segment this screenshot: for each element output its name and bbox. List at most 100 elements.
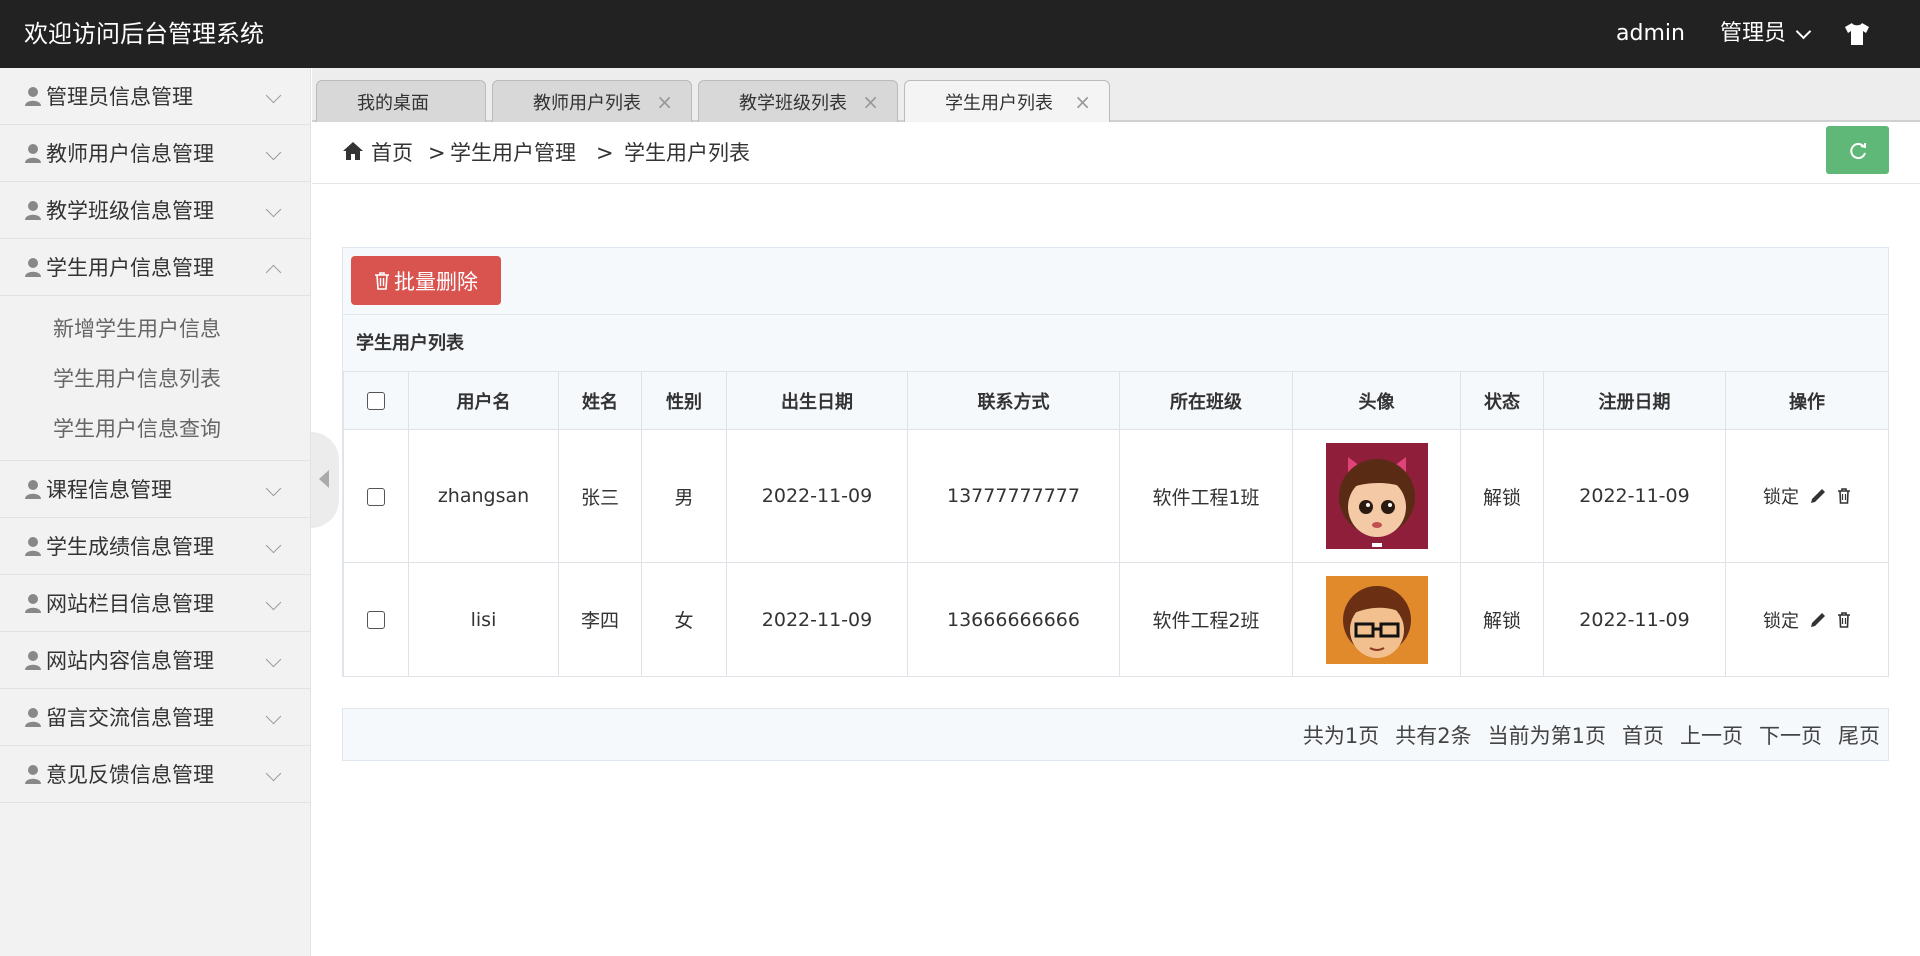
cell-name: 李四 (558, 562, 642, 677)
role-dropdown[interactable]: 管理员 (1720, 0, 1812, 68)
sidebar-collapse-handle[interactable] (311, 432, 339, 528)
role-label: 管理员 (1720, 21, 1787, 46)
sidebar-item-admin[interactable]: 管理员信息管理 (0, 68, 310, 125)
batch-delete-button[interactable]: 批量删除 (351, 256, 501, 305)
chevron-down-icon (265, 594, 282, 611)
sidebar-item-label: 课程信息管理 (46, 478, 172, 502)
sidebar-item-label: 意见反馈信息管理 (46, 763, 214, 787)
tab-class-list[interactable]: 教学班级列表 × (698, 80, 898, 122)
select-all-checkbox[interactable] (367, 392, 385, 410)
person-icon (25, 594, 41, 613)
table-row: lisi 李四 女 2022-11-09 13666666666 软件工程2班 (343, 562, 1889, 677)
person-icon (25, 258, 41, 277)
cell-actions: 锁定 (1725, 562, 1889, 677)
chevron-down-icon (1795, 23, 1812, 39)
cell-actions: 锁定 (1725, 429, 1889, 563)
submenu-student-query[interactable]: 学生用户信息查询 (0, 404, 310, 454)
cell-registered: 2022-11-09 (1543, 562, 1726, 677)
sidebar-item-student[interactable]: 学生用户信息管理 (0, 239, 310, 296)
tab-label: 我的桌面 (357, 92, 429, 114)
student-list-panel: 批量删除 学生用户列表 用户名 姓名 性别 出生日期 联系方式 所在班级 头像 … (342, 247, 1889, 677)
select-all-cell (343, 371, 409, 430)
sidebar-item-site-column[interactable]: 网站栏目信息管理 (0, 575, 310, 632)
pencil-icon[interactable] (1809, 611, 1827, 629)
breadcrumb-home[interactable]: 首页 (371, 122, 413, 184)
sidebar-item-teacher[interactable]: 教师用户信息管理 (0, 125, 310, 182)
sidebar-item-label: 学生成绩信息管理 (46, 535, 214, 559)
sidebar-item-feedback[interactable]: 意见反馈信息管理 (0, 746, 310, 803)
table-row: zhangsan 张三 男 2022-11-09 13777777777 软件工… (343, 429, 1889, 563)
top-header: 欢迎访问后台管理系统 admin 管理员 (0, 0, 1920, 68)
tab-desktop[interactable]: 我的桌面 (316, 80, 486, 122)
student-submenu: 新增学生用户信息 学生用户信息列表 学生用户信息查询 (0, 296, 310, 461)
column-header: 性别 (641, 371, 727, 430)
close-icon[interactable]: × (862, 90, 879, 114)
person-icon (25, 480, 41, 499)
chevron-down-icon (265, 765, 282, 782)
cell-class: 软件工程1班 (1119, 429, 1293, 563)
close-icon[interactable]: × (656, 90, 673, 114)
submenu-add-student[interactable]: 新增学生用户信息 (0, 304, 310, 354)
pager-prev-link[interactable]: 上一页 (1680, 720, 1743, 750)
shirt-icon[interactable] (1844, 22, 1870, 46)
sidebar-item-site-content[interactable]: 网站内容信息管理 (0, 632, 310, 689)
username-link[interactable]: admin (1616, 0, 1685, 68)
batch-delete-label: 批量删除 (394, 269, 478, 294)
chevron-down-icon (265, 651, 282, 668)
sidebar-item-label: 留言交流信息管理 (46, 706, 214, 730)
tab-label: 教学班级列表 (739, 92, 847, 114)
avatar (1325, 575, 1428, 664)
cell-name: 张三 (558, 429, 642, 563)
tab-teacher-list[interactable]: 教师用户列表 × (492, 80, 692, 122)
person-icon (25, 144, 41, 163)
column-header: 联系方式 (907, 371, 1120, 430)
collapse-arrow-icon (319, 470, 329, 488)
student-table: 用户名 姓名 性别 出生日期 联系方式 所在班级 头像 状态 注册日期 操作 z… (343, 371, 1889, 677)
refresh-button[interactable] (1826, 126, 1889, 174)
sidebar-item-label: 教学班级信息管理 (46, 199, 214, 223)
pager-last-link[interactable]: 尾页 (1838, 720, 1880, 750)
person-icon (25, 537, 41, 556)
cell-class: 软件工程2班 (1119, 562, 1293, 677)
close-icon[interactable]: × (1074, 90, 1091, 114)
pager-first-link[interactable]: 首页 (1622, 720, 1664, 750)
sidebar-item-label: 管理员信息管理 (46, 85, 193, 109)
sidebar-item-label: 网站栏目信息管理 (46, 592, 214, 616)
sidebar: 管理员信息管理 教师用户信息管理 教学班级信息管理 学生用户信息管理 新增学生用… (0, 68, 311, 956)
home-icon (343, 142, 363, 160)
column-header: 所在班级 (1119, 371, 1293, 430)
chevron-down-icon (265, 87, 282, 104)
person-icon (25, 201, 41, 220)
tab-student-list[interactable]: 学生用户列表 × (904, 80, 1110, 122)
breadcrumb-current: 学生用户列表 (624, 141, 750, 165)
sidebar-item-course[interactable]: 课程信息管理 (0, 461, 310, 518)
pager-next-link[interactable]: 下一页 (1759, 720, 1822, 750)
pager-total-items: 共有2条 (1395, 723, 1472, 748)
cell-gender: 女 (641, 562, 727, 677)
pencil-icon[interactable] (1809, 487, 1827, 505)
chevron-up-icon (265, 264, 282, 281)
avatar (1325, 443, 1428, 549)
trash-icon[interactable] (1837, 488, 1851, 504)
person-icon (25, 765, 41, 784)
row-checkbox[interactable] (367, 487, 385, 506)
sidebar-item-messages[interactable]: 留言交流信息管理 (0, 689, 310, 746)
person-icon (25, 651, 41, 670)
sidebar-item-class[interactable]: 教学班级信息管理 (0, 182, 310, 239)
cell-phone: 13777777777 (907, 429, 1120, 563)
breadcrumb: 首页 > 学生用户管理 > 学生用户列表 (312, 122, 1920, 184)
trash-icon[interactable] (1837, 611, 1851, 628)
cell-status: 解锁 (1460, 429, 1544, 563)
row-checkbox[interactable] (367, 611, 385, 629)
column-header: 出生日期 (726, 371, 908, 430)
column-header: 操作 (1725, 371, 1889, 430)
cell-phone: 13666666666 (907, 562, 1120, 677)
column-header: 状态 (1460, 371, 1544, 430)
submenu-student-list[interactable]: 学生用户信息列表 (0, 354, 310, 404)
person-icon (25, 87, 41, 106)
lock-link[interactable]: 锁定 (1763, 607, 1799, 633)
cell-birthdate: 2022-11-09 (726, 429, 908, 563)
sidebar-item-grades[interactable]: 学生成绩信息管理 (0, 518, 310, 575)
breadcrumb-student-management[interactable]: 学生用户管理 (450, 122, 576, 184)
lock-link[interactable]: 锁定 (1763, 483, 1799, 509)
